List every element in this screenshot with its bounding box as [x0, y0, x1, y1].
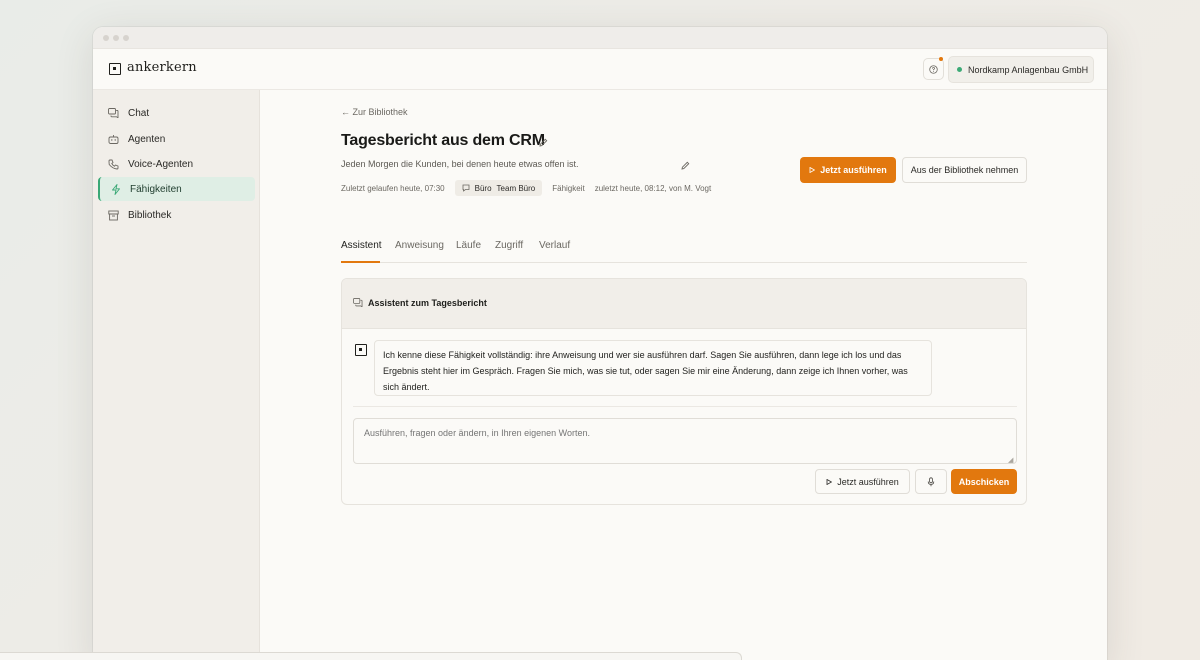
app-window: ankerkern Nordkamp Anlagenbau GmbH Chat …: [93, 27, 1107, 660]
play-icon: [826, 478, 833, 485]
sidebar-item-label: Chat: [128, 107, 150, 119]
help-button[interactable]: [923, 58, 944, 80]
team-tag-label: Büro: [474, 183, 492, 193]
composer-run-button[interactable]: Jetzt ausführen: [815, 469, 910, 494]
window-dot-icon[interactable]: [123, 35, 129, 41]
assistant-card-header: Assistent zum Tagesbericht: [342, 279, 1026, 329]
tab-verlauf[interactable]: Verlauf: [539, 240, 570, 251]
robot-icon: [108, 134, 119, 145]
app-name: ankerkern: [127, 60, 197, 75]
edit-subtitle-button[interactable]: [679, 159, 692, 172]
notification-badge: [939, 57, 943, 61]
divider: [353, 406, 1017, 407]
assistant-card-title: Assistent zum Tagesbericht: [368, 298, 487, 308]
status-dot-icon: [957, 67, 962, 72]
pencil-icon: [539, 138, 548, 147]
type-label: Fähigkeit: [552, 183, 585, 193]
message-input[interactable]: [353, 418, 1017, 464]
edit-title-button[interactable]: [537, 136, 550, 149]
overlapping-window-edge: [0, 652, 742, 660]
team-tag-sublabel: Team Büro: [496, 183, 536, 193]
team-tag[interactable]: Büro Team Büro: [454, 180, 543, 196]
tab-assistent[interactable]: Assistent: [341, 240, 382, 251]
lightning-icon: [110, 183, 121, 195]
sidebar-item-label: Voice-Agenten: [128, 158, 194, 170]
main-content: ← Zur Bibliothek Tagesbericht aus dem CR…: [261, 90, 1107, 660]
run-now-button[interactable]: Jetzt ausführen: [800, 157, 896, 183]
window-dot-icon[interactable]: [113, 35, 119, 41]
tab-laeufe[interactable]: Läufe: [456, 240, 481, 251]
sidebar-item-voice-agenten[interactable]: Voice-Agenten: [98, 152, 255, 176]
last-run-info: Zuletzt gelaufen heute, 07:30: [341, 183, 445, 193]
sidebar-item-label: Fähigkeiten: [130, 183, 182, 195]
sidebar-item-faehigkeiten[interactable]: Fähigkeiten: [98, 177, 255, 201]
assistant-avatar-icon: [355, 344, 367, 356]
composer-run-label: Jetzt ausführen: [837, 476, 899, 487]
org-switcher[interactable]: Nordkamp Anlagenbau GmbH: [948, 56, 1094, 83]
window-dot-icon[interactable]: [103, 35, 109, 41]
page-title: Tagesbericht aus dem CRM: [341, 132, 545, 149]
last-changed-info: zuletzt heute, 08:12, von M. Vogt: [594, 183, 712, 193]
question-circle-icon: [929, 64, 938, 74]
page-subtitle: Jeden Morgen die Kunden, bei denen heute…: [341, 159, 579, 169]
remove-from-library-button[interactable]: Aus der Bibliothek nehmen: [902, 157, 1027, 183]
assistant-message: Ich kenne diese Fähigkeit vollständig: i…: [374, 340, 932, 396]
sidebar-item-chat[interactable]: Chat: [98, 101, 255, 125]
run-now-label: Jetzt ausführen: [820, 165, 887, 175]
chat-bubbles-icon: [353, 298, 363, 309]
pencil-icon: [681, 161, 690, 170]
resize-handle-icon[interactable]: ◢: [1008, 456, 1013, 464]
active-tab-indicator: [341, 261, 380, 263]
play-icon: [809, 167, 816, 173]
tab-zugriff[interactable]: Zugriff: [495, 240, 523, 251]
send-button[interactable]: Abschicken: [951, 469, 1017, 494]
microphone-icon: [927, 476, 935, 486]
logo-icon: [109, 63, 121, 75]
chat-bubbles-icon: [108, 108, 119, 119]
sidebar-item-label: Agenten: [128, 133, 166, 145]
org-name: Nordkamp Anlagenbau GmbH: [968, 64, 1089, 75]
sidebar-item-label: Bibliothek: [128, 209, 172, 221]
sidebar: Chat Agenten Voice-Agenten Fähigkeiten B…: [93, 90, 260, 660]
sidebar-item-bibliothek[interactable]: Bibliothek: [98, 203, 255, 227]
meta-row: Zuletzt gelaufen heute, 07:30 Büro Team …: [341, 180, 711, 196]
assistant-card: Assistent zum Tagesbericht Ich kenne die…: [341, 278, 1027, 505]
tab-anweisung[interactable]: Anweisung: [395, 240, 444, 251]
phone-icon: [108, 159, 119, 170]
window-titlebar: [93, 27, 1107, 49]
sidebar-item-agenten[interactable]: Agenten: [98, 127, 255, 151]
back-to-library-link[interactable]: ← Zur Bibliothek: [341, 107, 408, 117]
chat-bubble-icon: [462, 184, 470, 192]
archive-box-icon: [108, 210, 119, 221]
microphone-button[interactable]: [915, 469, 947, 494]
tab-bar: Assistent Anweisung Läufe Zugriff Verlau…: [341, 233, 1027, 263]
top-bar: ankerkern Nordkamp Anlagenbau GmbH: [93, 49, 1107, 90]
